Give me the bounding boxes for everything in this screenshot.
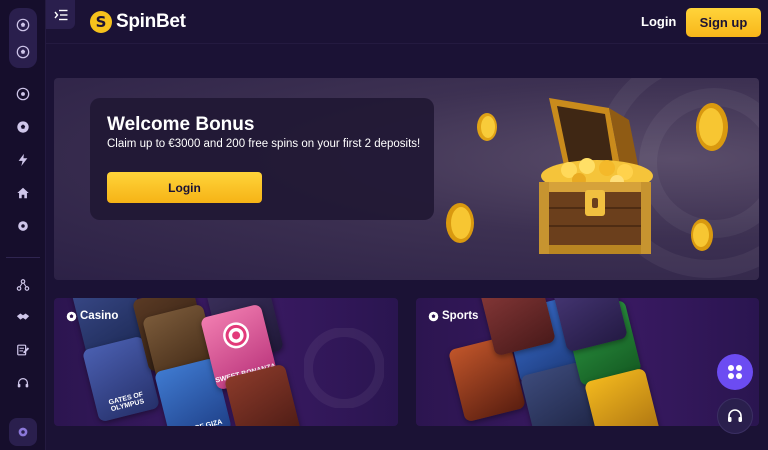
sidebar-item-virtual[interactable]	[9, 212, 37, 240]
sidebar-item-football[interactable]	[9, 113, 37, 141]
banner-login-button[interactable]: Login	[107, 172, 262, 203]
casino-card-title: Casino	[66, 310, 118, 322]
sidebar	[0, 0, 46, 450]
sidebar-item-partners[interactable]	[9, 303, 37, 331]
coin-icon	[691, 219, 713, 251]
game-tile-label: RISE OF GIZA	[169, 417, 231, 426]
edit-icon	[17, 344, 30, 356]
logo-icon: S	[90, 11, 112, 33]
grid-icon	[728, 365, 742, 379]
welcome-subtitle: Claim up to €3000 and 200 free spins on …	[107, 138, 421, 150]
menu-toggle-button[interactable]	[46, 0, 75, 29]
decorative-chip-icon	[304, 328, 384, 408]
casino-card[interactable]: Casino GATES OF OLYMPUS GONZO'S GOLD RIS…	[54, 298, 398, 426]
settings-ball-icon	[18, 221, 28, 231]
soccer-ball-icon	[17, 121, 29, 133]
coin-icon	[446, 203, 474, 243]
support-agent-icon	[17, 378, 29, 388]
bottom-strip	[46, 436, 768, 450]
soccer-ball-icon	[16, 45, 30, 59]
coin-icon	[696, 103, 728, 151]
headset-icon	[728, 409, 742, 422]
sidebar-item-affiliates[interactable]	[9, 271, 37, 299]
lightning-icon	[18, 153, 28, 167]
sidebar-item-casino[interactable]	[9, 80, 37, 108]
welcome-banner: Welcome Bonus Claim up to €3000 and 200 …	[54, 78, 759, 280]
sidebar-item-live[interactable]	[9, 38, 37, 66]
coin-icon	[477, 113, 497, 141]
network-icon	[16, 279, 30, 291]
soccer-ball-icon	[16, 18, 30, 32]
sports-card-title: Sports	[428, 310, 478, 322]
treasure-chest-icon	[539, 98, 653, 254]
candy-icon	[223, 322, 250, 349]
soccer-ball-icon	[16, 87, 30, 101]
welcome-card: Welcome Bonus Claim up to €3000 and 200 …	[90, 98, 434, 220]
sidebar-item-sports[interactable]	[9, 11, 37, 39]
sidebar-item-home[interactable]	[9, 179, 37, 207]
sidebar-item-chat[interactable]	[9, 418, 37, 446]
login-link[interactable]: Login	[641, 14, 676, 29]
soccer-ball-icon	[428, 311, 439, 321]
welcome-title: Welcome Bonus	[107, 114, 255, 135]
soccer-ball-icon	[66, 311, 77, 321]
top-header: S SpinBet Login Sign up	[46, 0, 768, 44]
brand-logo[interactable]: S SpinBet	[90, 9, 186, 35]
sidebar-item-support[interactable]	[9, 369, 37, 397]
handshake-icon	[16, 313, 30, 320]
support-fab-button[interactable]	[717, 398, 753, 434]
casino-title-text: Casino	[80, 310, 119, 322]
chat-icon	[18, 427, 28, 437]
sidebar-item-blog[interactable]	[9, 336, 37, 364]
sidebar-divider	[6, 257, 40, 258]
apps-fab-button[interactable]	[717, 354, 753, 390]
sidebar-item-quick[interactable]	[9, 146, 37, 174]
home-icon	[17, 187, 29, 199]
brand-name: SpinBet	[116, 11, 186, 32]
menu-collapse-icon	[53, 9, 67, 20]
game-tile-label: GATES OF OLYMPUS	[107, 391, 145, 414]
sports-card[interactable]: Sports	[416, 298, 759, 426]
sports-title-text: Sports	[442, 310, 479, 322]
signup-button[interactable]: Sign up	[686, 8, 761, 37]
